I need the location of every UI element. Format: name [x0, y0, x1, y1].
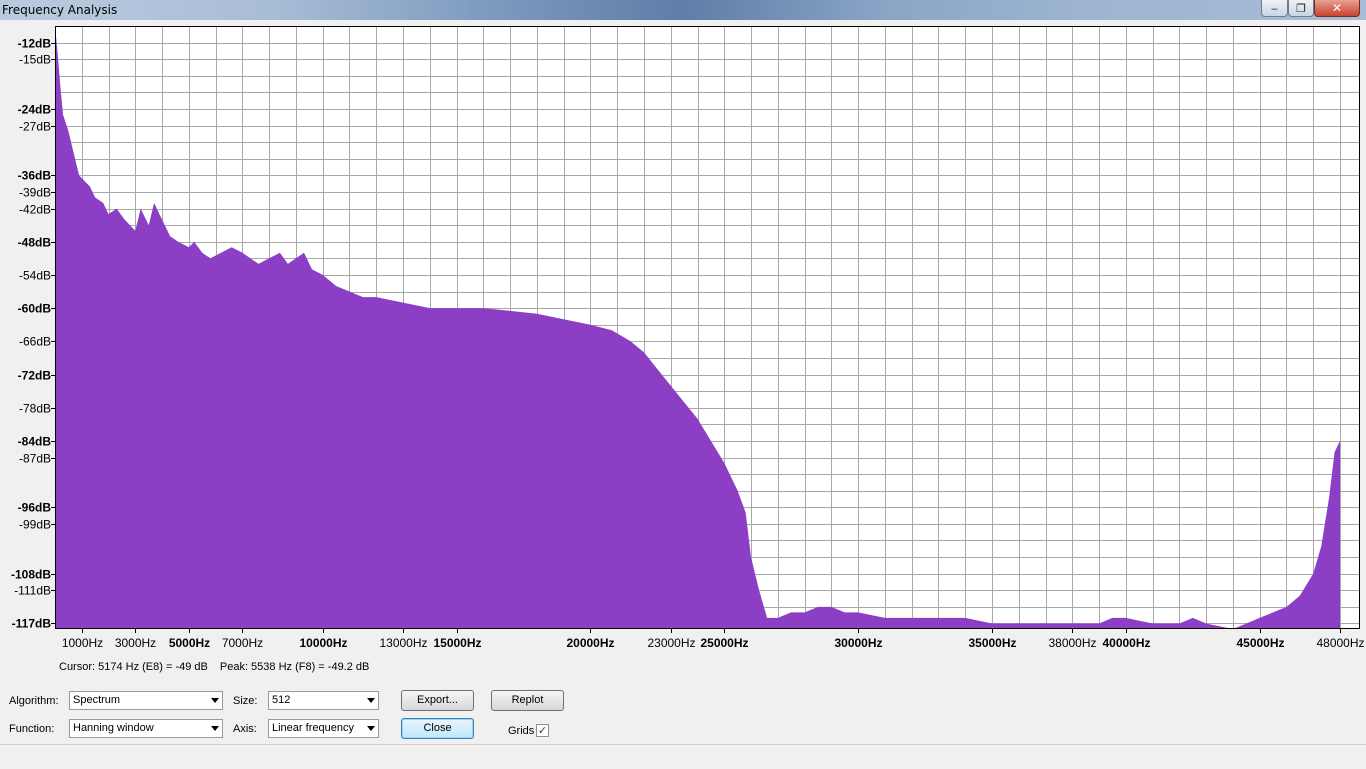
y-tick-label: -36dB — [18, 169, 52, 183]
y-tick-label: -48dB — [18, 236, 52, 250]
x-tick-label: 13000Hz — [379, 636, 427, 650]
close-icon: ✕ — [1331, 1, 1343, 15]
close-button[interactable]: Close — [401, 718, 474, 739]
size-select[interactable]: 512 — [268, 691, 379, 710]
algorithm-label: Algorithm: — [9, 695, 59, 707]
function-label: Function: — [9, 723, 55, 735]
maximize-button[interactable]: ❐ — [1288, 0, 1314, 17]
y-tick-labels: -12dB -15dB -24dB -27dB -36dB -39dB -42dB -48dB… — [11, 37, 51, 631]
x-tick-label: 10000Hz — [299, 636, 347, 650]
cursor-readout: Cursor: 5174 Hz (E8) = -49 dB — [59, 661, 208, 673]
x-tick-labels: 1000Hz 3000Hz 5000Hz 7000Hz 10000Hz 13000Hz 15… — [62, 636, 1365, 650]
status-bar — [0, 744, 1366, 769]
x-tick-label: 3000Hz — [115, 636, 156, 650]
axis-label: Axis: — [233, 723, 257, 735]
status-line: Cursor: 5174 Hz (E8) = -49 dB Peak: 5538 … — [59, 661, 381, 673]
minimize-button[interactable]: ‒ — [1261, 0, 1288, 17]
grids-label: Grids — [508, 725, 535, 737]
axis-select[interactable]: Linear frequency — [268, 719, 379, 738]
y-tick-label: -27dB — [19, 120, 51, 134]
y-tick-label: -54dB — [19, 269, 51, 283]
x-tick-label: 20000Hz — [566, 636, 614, 650]
replot-button[interactable]: Replot — [491, 690, 564, 711]
window-title: Frequency Analysis — [2, 3, 118, 17]
size-value: 512 — [272, 694, 291, 706]
x-tick-label: 38000Hz — [1048, 636, 1096, 650]
chevron-down-icon — [211, 726, 219, 731]
x-tick-label: 15000Hz — [433, 636, 481, 650]
y-tick-label: -99dB — [19, 518, 51, 532]
export-button[interactable]: Export... — [401, 690, 474, 711]
chevron-down-icon — [367, 726, 375, 731]
title-bar: Frequency Analysis ‒ ❐ ✕ — [0, 0, 1366, 20]
axis-value: Linear frequency — [272, 722, 354, 734]
x-tick-label: 35000Hz — [968, 636, 1016, 650]
close-window-button[interactable]: ✕ — [1314, 0, 1360, 17]
function-select[interactable]: Hanning window — [69, 719, 223, 738]
y-tick-label: -84dB — [18, 435, 52, 449]
x-tick-label: 25000Hz — [700, 636, 748, 650]
peak-readout: Peak: 5538 Hz (F8) = -49.2 dB — [219, 661, 370, 673]
y-tick-label: -12dB — [18, 37, 52, 51]
chevron-down-icon — [211, 698, 219, 703]
y-tick-label: -87dB — [19, 452, 51, 466]
algorithm-value: Spectrum — [73, 694, 121, 706]
function-value: Hanning window — [73, 722, 154, 734]
x-tick-label: 7000Hz — [222, 636, 263, 650]
minimize-icon: ‒ — [1271, 1, 1278, 15]
restore-icon: ❐ — [1296, 1, 1306, 15]
y-tick-label: -96dB — [18, 501, 52, 515]
y-tick-label: -117dB — [12, 617, 52, 631]
x-tick-label: 5000Hz — [169, 636, 210, 650]
y-tick-label: -78dB — [19, 402, 51, 416]
x-tick-label: 40000Hz — [1102, 636, 1150, 650]
chevron-down-icon — [367, 698, 375, 703]
x-tick-label: 23000Hz — [647, 636, 695, 650]
y-tick-label: -15dB — [19, 53, 51, 67]
y-tick-label: -111dB — [14, 584, 51, 598]
x-tick-label: 1000Hz — [62, 636, 103, 650]
x-tick-label: 30000Hz — [834, 636, 882, 650]
spectrum-plot[interactable]: -12dB -15dB -24dB -27dB -36dB -39dB -42dB -48dB… — [0, 20, 1366, 654]
algorithm-select[interactable]: Spectrum — [69, 691, 223, 710]
y-tick-label: -60dB — [18, 302, 52, 316]
y-tick-label: -66dB — [19, 335, 51, 349]
y-tick-label: -39dB — [19, 186, 51, 200]
y-tick-label: -42dB — [19, 203, 51, 217]
x-tick-label: 45000Hz — [1236, 636, 1284, 650]
y-tick-label: -108dB — [11, 568, 51, 582]
size-label: Size: — [233, 695, 258, 707]
y-tick-label: -72dB — [18, 369, 52, 383]
grids-checkbox[interactable]: ✓ — [536, 724, 549, 737]
x-tick-label: 48000Hz — [1316, 636, 1364, 650]
y-tick-label: -24dB — [18, 103, 52, 117]
